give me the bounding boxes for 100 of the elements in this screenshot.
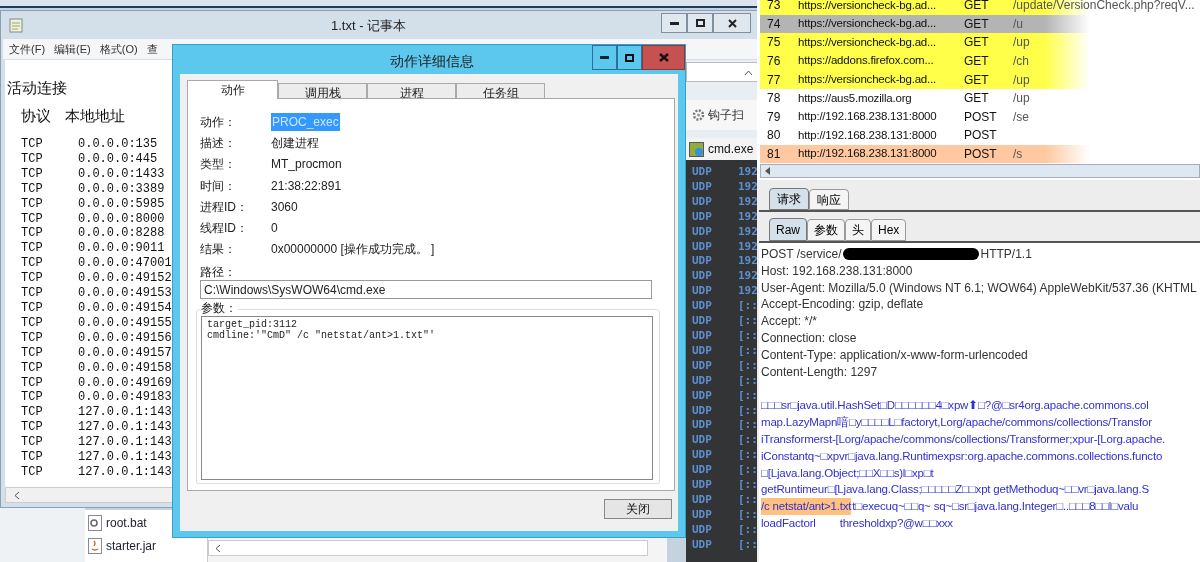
text-cell: 192: [738, 209, 758, 225]
tab[interactable]: Raw: [769, 218, 807, 241]
text-cell-text: TCP: [21, 375, 44, 391]
scroll-left-icon[interactable]: [14, 490, 20, 500]
text-cell-text: UDP: [692, 269, 713, 285]
parameters-box[interactable]: target_pid:3112 cmdline:'"CmD" /c "netstat/ant>1.txt"': [201, 316, 653, 480]
text-cell: 192: [738, 284, 758, 300]
text-cell-text: TCP: [21, 256, 44, 272]
column-header: 协议: [21, 106, 51, 126]
text-cell: 0.0.0.0:49183: [78, 390, 172, 406]
text-cell-text: UDP: [692, 239, 713, 255]
text-cell: 0.0.0.0:9011: [78, 241, 165, 257]
menu-item[interactable]: 格式(O): [99, 40, 138, 58]
tab[interactable]: 参数: [807, 219, 845, 241]
scroll-up-icon[interactable]: [744, 70, 753, 76]
maximize-button[interactable]: [617, 45, 642, 70]
text-cell-text: UDP: [692, 299, 713, 315]
tab[interactable]: Hex: [871, 219, 907, 241]
minimize-icon: [669, 21, 679, 25]
console-icon: [689, 141, 704, 157]
text-cell: [::: [738, 388, 758, 404]
window-title: 1.txt - 记事本: [331, 17, 407, 35]
dialog-title: 动作详细信息: [390, 52, 474, 71]
horizontal-scrollbar[interactable]: [760, 164, 1200, 178]
text-line: 活动连接: [7, 78, 67, 98]
text-cell-text: TCP: [21, 241, 44, 257]
header-line: User-Agent: Mozilla/5.0 (Windows NT 6.1; WOW64) AppleWebKit/537.36 (KHTML: [761, 279, 1198, 297]
text-cell-text: UDP: [692, 418, 713, 434]
file-name[interactable]: starter.jar: [106, 537, 156, 555]
text-cell-text: UDP: [692, 388, 713, 404]
text-cell-text: TCP: [21, 286, 44, 301]
menu-item[interactable]: 文件(F): [9, 40, 46, 58]
text-cell: 0.0.0.0:47001: [78, 256, 172, 272]
body-line: □□□sr□java.util.HashSet□D□□□□□□4□xpw⬆□?@□sr4org.apache.commons.col: [761, 398, 1149, 414]
body-line: t□execuq~□□q~ sq~□sr□java.lang.Integer□..□□□8□□l□valu: [852, 499, 1139, 515]
text-cell-text: UDP: [692, 194, 713, 210]
text-cell: 192: [738, 179, 758, 195]
text-cell-text: UDP: [692, 492, 713, 508]
text-cell: 192: [738, 254, 758, 270]
tab[interactable]: 任务组: [456, 83, 545, 99]
maximize-icon: [695, 19, 705, 27]
gear-icon[interactable]: [692, 108, 705, 122]
text-cell: 127.0.0.1:143: [78, 464, 172, 480]
minimize-button[interactable]: [661, 13, 687, 33]
scroll-left-icon[interactable]: [765, 167, 771, 175]
text-cell-text: TCP: [21, 137, 44, 152]
request-line: HTTP/1.1: [980, 246, 1032, 263]
file-name[interactable]: root.bat: [106, 514, 147, 532]
jar-file-icon: [88, 538, 102, 554]
text-cell: [::: [738, 537, 758, 553]
text-cell: 0.0.0.0:49169: [78, 375, 172, 391]
text-line: cmdline:'"CmD" /c "netstat/ant>1.txt"': [207, 330, 437, 341]
text-cell-text: UDP: [692, 179, 713, 195]
close-icon: [658, 53, 669, 62]
text-cell-text: UDP: [692, 314, 713, 329]
text-cell: 192: [738, 165, 758, 180]
tab[interactable]: 头: [845, 219, 871, 241]
header-line: Accept: */*: [761, 313, 819, 330]
path-field[interactable]: C:\Windows\SysWOW64\cmd.exe: [200, 280, 652, 299]
scroll-left-icon[interactable]: [215, 543, 221, 553]
close-button[interactable]: 关闭: [604, 499, 672, 519]
header-line: Content-Type: application/x-www-form-urlencoded: [761, 346, 1029, 364]
text-cell-text: TCP: [21, 464, 44, 480]
text-cell: 127.0.0.1:143: [78, 435, 172, 451]
column-header: 本地地址: [65, 106, 125, 126]
body-line: iConstantq~□xpvr□java.lang.Runtimexpsr:org.apache.commons.collections.functo: [761, 448, 1163, 464]
maximize-button[interactable]: [687, 13, 713, 33]
tab[interactable]: 调用栈: [278, 83, 367, 99]
close-button[interactable]: [713, 13, 751, 33]
text-cell: 0.0.0.0:1433: [78, 166, 165, 182]
text-cell-text: TCP: [21, 420, 44, 436]
field-value: 3060: [271, 198, 298, 216]
minimize-button[interactable]: [592, 45, 617, 70]
menu-item[interactable]: 编辑(E): [54, 40, 91, 58]
tab[interactable]: 动作: [187, 80, 278, 99]
text-cell-text: UDP: [692, 433, 713, 449]
text-cell-text: TCP: [21, 405, 44, 421]
maximize-icon: [625, 53, 634, 62]
text-cell: [::: [738, 492, 758, 508]
tab[interactable]: 响应: [809, 189, 849, 210]
text-cell-text: TCP: [21, 345, 44, 361]
text-cell: [::: [738, 314, 758, 329]
horizontal-scrollbar[interactable]: [208, 540, 648, 556]
body-line: loadFactorl thresholdxp?@w□□xxx: [761, 515, 953, 531]
tab[interactable]: 进程: [367, 83, 456, 99]
field-value: MT_procmon: [271, 156, 342, 174]
text-cell: 0.0.0.0:49156: [78, 330, 172, 346]
text-cell: 127.0.0.1:143: [78, 405, 172, 421]
tab[interactable]: 请求: [769, 188, 809, 210]
text-cell: 0.0.0.0:49154: [78, 300, 172, 316]
text-cell-text: UDP: [692, 358, 713, 374]
text-cell-text: UDP: [692, 224, 713, 240]
request-editor[interactable]: [759, 243, 1200, 562]
text-cell: [::: [738, 373, 758, 389]
text-cell: 0.0.0.0:3389: [78, 181, 165, 197]
text-cell: 0.0.0.0:8000: [78, 211, 165, 227]
menu-item[interactable]: 查: [146, 40, 158, 58]
text-cell: 0.0.0.0:49152: [78, 271, 172, 287]
script-file-icon: [88, 515, 102, 531]
text-cell-text: TCP: [21, 360, 44, 376]
